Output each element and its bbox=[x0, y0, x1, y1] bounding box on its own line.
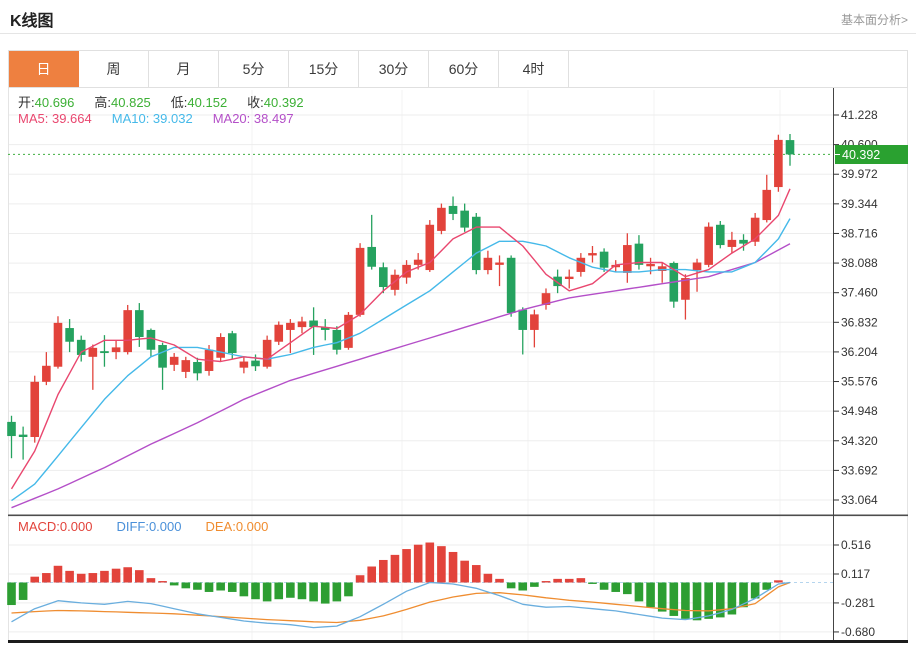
low-value: 40.152 bbox=[187, 95, 227, 110]
svg-text:35.576: 35.576 bbox=[841, 375, 878, 389]
svg-text:39.972: 39.972 bbox=[841, 167, 878, 181]
high-info: 高:40.825 bbox=[94, 92, 150, 111]
tab-week[interactable]: 周 bbox=[79, 51, 149, 87]
ma5-label: MA5: bbox=[18, 111, 52, 126]
tab-60min[interactable]: 60分 bbox=[429, 51, 499, 87]
svg-text:38.716: 38.716 bbox=[841, 226, 878, 240]
ma-info-row: MA5: 39.664 MA10: 39.032 MA20: 38.497 bbox=[18, 111, 314, 126]
close-value: 40.392 bbox=[264, 95, 304, 110]
ma20-info: MA20: 38.497 bbox=[213, 111, 294, 126]
tab-4hour[interactable]: 4时 bbox=[499, 51, 569, 87]
close-info: 收:40.392 bbox=[247, 92, 303, 111]
svg-text:36.204: 36.204 bbox=[841, 345, 878, 359]
svg-text:37.460: 37.460 bbox=[841, 286, 878, 300]
tab-month[interactable]: 月 bbox=[149, 51, 219, 87]
ma10-info: MA10: 39.032 bbox=[112, 111, 193, 126]
dea-value: 0.000 bbox=[236, 519, 269, 534]
dea-label: DEA: bbox=[205, 519, 235, 534]
tab-5min[interactable]: 5分 bbox=[219, 51, 289, 87]
svg-text:33.064: 33.064 bbox=[841, 493, 878, 507]
diff-value: 0.000 bbox=[149, 519, 182, 534]
ma10-label: MA10: bbox=[112, 111, 153, 126]
svg-text:41.228: 41.228 bbox=[841, 108, 878, 122]
open-value: 40.696 bbox=[35, 95, 75, 110]
svg-text:39.344: 39.344 bbox=[841, 197, 878, 211]
svg-text:38.088: 38.088 bbox=[841, 256, 878, 270]
macd-info-row: MACD:0.000DIFF:0.000DEA:0.000 bbox=[18, 519, 292, 534]
svg-text:0.516: 0.516 bbox=[841, 538, 871, 552]
high-value: 40.825 bbox=[111, 95, 151, 110]
tab-15min[interactable]: 15分 bbox=[289, 51, 359, 87]
macd-info: MACD:0.000 bbox=[18, 519, 92, 534]
ma10-value: 39.032 bbox=[153, 111, 193, 126]
svg-text:-0.680: -0.680 bbox=[841, 625, 875, 639]
svg-text:-0.281: -0.281 bbox=[841, 596, 875, 610]
ma20-label: MA20: bbox=[213, 111, 254, 126]
close-label: 收: bbox=[247, 95, 264, 110]
open-info: 开:40.696 bbox=[18, 92, 74, 111]
macd-label: MACD: bbox=[18, 519, 60, 534]
svg-text:33.692: 33.692 bbox=[841, 463, 878, 477]
price-tag-value: 40.392 bbox=[842, 148, 880, 162]
low-info: 低:40.152 bbox=[171, 92, 227, 111]
ma5-value: 39.664 bbox=[52, 111, 92, 126]
diff-label: DIFF: bbox=[116, 519, 149, 534]
high-label: 高: bbox=[94, 95, 111, 110]
tab-30min[interactable]: 30分 bbox=[359, 51, 429, 87]
interval-tabs: 日周月5分15分30分60分4时 bbox=[8, 50, 908, 88]
dea-info: DEA:0.000 bbox=[205, 519, 268, 534]
ohlc-info-row: 开:40.696 高:40.825 低:40.152 收:40.392 bbox=[18, 92, 324, 111]
kline-widget: K线图 基本面分析> 日周月5分15分30分60分4时 开:40.696高:40… bbox=[0, 0, 916, 647]
price-tag-tick-icon bbox=[835, 154, 840, 155]
ma5-info: MA5: 39.664 bbox=[18, 111, 92, 126]
svg-text:34.948: 34.948 bbox=[841, 404, 878, 418]
ma20-value: 38.497 bbox=[254, 111, 294, 126]
price-tag: 40.392 bbox=[835, 145, 908, 164]
macd-value: 0.000 bbox=[60, 519, 93, 534]
open-label: 开: bbox=[18, 95, 35, 110]
low-label: 低: bbox=[171, 95, 188, 110]
diff-info: DIFF:0.000 bbox=[116, 519, 181, 534]
svg-text:0.117: 0.117 bbox=[841, 567, 870, 581]
svg-text:36.832: 36.832 bbox=[841, 315, 878, 329]
tabbar-filler bbox=[569, 51, 907, 87]
svg-text:34.320: 34.320 bbox=[841, 434, 878, 448]
tab-day[interactable]: 日 bbox=[9, 51, 79, 87]
